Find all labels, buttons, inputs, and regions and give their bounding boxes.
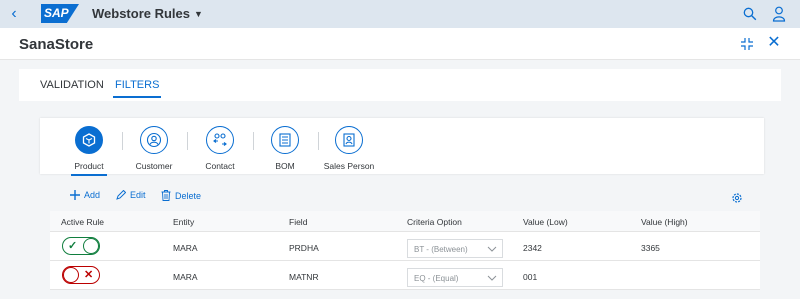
page-title: SanaStore (19, 36, 94, 53)
add-button-label: Add (84, 190, 101, 200)
criteria-option-value: EQ - (Equal) (414, 274, 459, 283)
caret-down-icon: ▼ (194, 9, 203, 19)
icon-tab-bom[interactable]: BOM (250, 126, 320, 171)
chevron-down-icon (487, 246, 497, 252)
add-icon (70, 190, 80, 202)
edit-button[interactable]: Edit (116, 189, 146, 202)
icon-tab-label: Product (54, 161, 124, 176)
table-header-row: Active Rule Entity Field Criteria Option… (50, 211, 760, 232)
logo-text: SAP (44, 6, 69, 20)
customer-icon (140, 126, 168, 154)
edit-icon (116, 189, 127, 202)
sap-logo[interactable]: SAP (41, 4, 79, 23)
switch-knob (83, 238, 99, 254)
switch-knob (63, 267, 79, 283)
shell-bar: ‹ SAP Webstore Rules ▼ (0, 0, 800, 28)
back-icon[interactable]: ‹ (6, 5, 22, 23)
icon-tab-label: BOM (275, 161, 295, 171)
settings-icon[interactable] (731, 192, 743, 204)
tab-validation[interactable]: VALIDATION (40, 79, 104, 91)
field-cell: MATNR (289, 272, 319, 282)
entity-cell: MARA (173, 272, 198, 282)
edit-button-label: Edit (130, 190, 146, 200)
chevron-down-icon (487, 275, 497, 281)
column-header-active-rule: Active Rule (61, 217, 104, 227)
column-header-criteria-option: Criteria Option (407, 217, 462, 227)
entity-icon-tab-bar: Product Customer Contact BOM Sales Perso… (40, 118, 764, 174)
entity-cell: MARA (173, 243, 198, 253)
column-header-value-high: Value (High) (641, 217, 688, 227)
close-icon[interactable]: ✕ (767, 35, 781, 51)
active-rule-switch[interactable]: ✓ (62, 237, 100, 255)
column-header-value-low: Value (Low) (523, 217, 568, 227)
delete-button-label: Delete (175, 191, 202, 201)
field-cell: PRDHA (289, 243, 319, 253)
value-low-cell[interactable]: 001 (523, 272, 537, 282)
table-row[interactable]: ✓ MARA PRDHA BT - (Between) 2342 3365 (50, 232, 760, 261)
product-icon (75, 126, 103, 154)
icon-tab-label: Contact (205, 161, 235, 171)
active-rule-switch[interactable]: ✕ (62, 266, 100, 284)
bom-icon (271, 126, 299, 154)
user-icon[interactable] (772, 6, 786, 22)
value-low-cell[interactable]: 2342 (523, 243, 542, 253)
checkmark-icon: ✓ (68, 240, 78, 252)
column-header-entity: Entity (173, 217, 195, 227)
criteria-option-select[interactable]: EQ - (Equal) (407, 268, 503, 287)
icon-tab-customer[interactable]: Customer (119, 126, 189, 171)
column-header-field: Field (289, 217, 308, 227)
add-button[interactable]: Add (70, 190, 100, 202)
criteria-option-select[interactable]: BT - (Between) (407, 239, 503, 258)
icon-tab-product[interactable]: Product (54, 126, 124, 176)
tab-bar: VALIDATION FILTERS (19, 69, 781, 101)
contact-icon (206, 126, 234, 154)
app-title: Webstore Rules (92, 6, 191, 21)
cross-icon: ✕ (84, 269, 94, 281)
exit-fullscreen-icon[interactable] (740, 37, 754, 51)
criteria-option-value: BT - (Between) (414, 245, 468, 254)
icon-tab-contact[interactable]: Contact (185, 126, 255, 171)
app-title-menu[interactable]: Webstore Rules ▼ (92, 6, 203, 21)
icon-tab-sales-person[interactable]: Sales Person (314, 126, 384, 171)
table-row[interactable]: ✕ MARA MATNR EQ - (Equal) 001 (50, 261, 760, 290)
sales-person-icon (335, 126, 363, 154)
icon-tab-label: Sales Person (323, 161, 375, 171)
delete-button[interactable]: Delete (161, 190, 201, 203)
delete-icon (161, 190, 171, 203)
tab-filters[interactable]: FILTERS (112, 79, 162, 98)
search-icon[interactable] (743, 7, 757, 21)
object-header: SanaStore ✕ (0, 28, 800, 60)
value-high-cell[interactable]: 3365 (641, 243, 660, 253)
icon-tab-label: Customer (135, 161, 173, 171)
